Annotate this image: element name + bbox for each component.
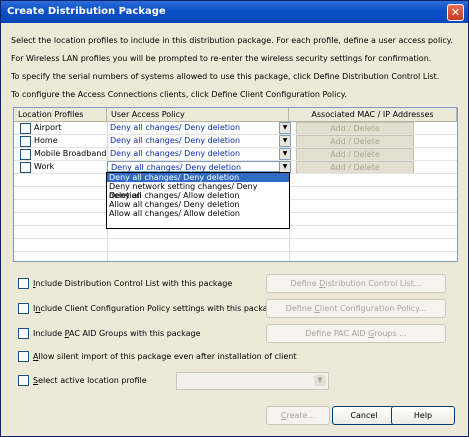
policy-select[interactable]: Deny all changes/ Deny deletion [107, 135, 287, 146]
help-button[interactable]: Help [391, 406, 455, 425]
chevron-down-icon[interactable]: ▼ [279, 148, 291, 160]
table-row: Airport Deny all changes/ Deny deletion … [14, 122, 457, 135]
profile-checkbox[interactable] [20, 162, 31, 173]
include-dcl-option[interactable]: Include Distribution Control List with t… [18, 278, 232, 289]
row-divider [14, 251, 457, 252]
dropdown-option[interactable]: Deny all changes/ Deny deletion [107, 173, 289, 182]
active-profile-combo[interactable]: ▼ [176, 372, 329, 390]
allow-silent-option[interactable]: Allow silent import of this package even… [18, 351, 296, 362]
include-ccp-option[interactable]: Include Client Configuration Policy sett… [18, 303, 278, 314]
include-ccp-label: Include Client Configuration Policy sett… [33, 304, 278, 313]
policy-select[interactable]: Deny all changes/ Deny deletion [107, 161, 287, 172]
define-ccp-button[interactable]: Define Client Configuration Policy... [266, 299, 446, 318]
intro-text: Select the location profiles to include … [11, 35, 461, 107]
chevron-down-icon[interactable]: ▼ [314, 375, 326, 386]
define-dcl-button[interactable]: Define Distribution Control List... [266, 274, 446, 293]
header-location-profiles[interactable]: Location Profiles [14, 108, 107, 122]
intro-line: Select the location profiles to include … [11, 36, 453, 45]
chevron-down-icon[interactable]: ▼ [279, 122, 291, 134]
close-icon: ✕ [450, 6, 461, 19]
table-row: Mobile Broadband Deny all changes/ Deny … [14, 148, 457, 161]
allow-silent-label: Allow silent import of this package even… [33, 352, 297, 361]
window-title: Create Distribution Package [7, 6, 166, 17]
include-dcl-label: Include Distribution Control List with t… [33, 279, 233, 288]
cancel-button[interactable]: Cancel [332, 406, 396, 425]
define-pac-button[interactable]: Define PAC AID Groups ... [266, 324, 446, 343]
profile-name: Airport [34, 123, 62, 132]
chevron-down-icon[interactable]: ▼ [279, 135, 291, 147]
header-mac-ip[interactable]: Associated MAC / IP Addresses [289, 108, 457, 122]
profile-checkbox[interactable] [20, 123, 31, 134]
select-active-profile-option[interactable]: Select active location profile [18, 375, 147, 386]
dropdown-option[interactable]: Deny all changes/ Allow deletion [107, 191, 289, 200]
row-divider [14, 238, 457, 239]
include-pac-label: Include PAC AID Groups with this package [33, 329, 201, 338]
close-button[interactable]: ✕ [447, 4, 464, 21]
dropdown-option[interactable]: Allow all changes/ Allow deletion [107, 209, 289, 218]
policy-dropdown-list: Deny all changes/ Deny deletion Deny net… [106, 172, 290, 229]
intro-line: To specify the serial numbers of systems… [11, 72, 440, 81]
select-active-label: Select active location profile [33, 376, 147, 385]
profile-name: Home [34, 136, 58, 145]
include-pac-checkbox[interactable] [18, 328, 29, 339]
include-pac-option[interactable]: Include PAC AID Groups with this package [18, 328, 200, 339]
title-bar[interactable]: Create Distribution Package ✕ [1, 1, 468, 23]
allow-silent-checkbox[interactable] [18, 351, 29, 362]
profile-checkbox[interactable] [20, 149, 31, 160]
dropdown-option[interactable]: Deny network setting changes/ Deny delet… [107, 182, 289, 200]
intro-line: For Wireless LAN profiles you will be pr… [11, 54, 432, 63]
create-button[interactable]: Create... [266, 406, 330, 425]
dropdown-option[interactable]: Allow all changes/ Deny deletion [107, 200, 289, 209]
policy-select[interactable]: Deny all changes/ Deny deletion [107, 122, 287, 133]
include-dcl-checkbox[interactable] [18, 278, 29, 289]
profile-name: Mobile Broadband [34, 149, 107, 158]
profile-name: Work [34, 162, 55, 171]
header-user-access-policy[interactable]: User Access Policy [107, 108, 289, 122]
policy-select[interactable]: Deny all changes/ Deny deletion [107, 148, 287, 159]
include-ccp-checkbox[interactable] [18, 303, 29, 314]
intro-line: To configure the Access Connections clie… [11, 90, 347, 99]
select-active-checkbox[interactable] [18, 375, 29, 386]
profile-checkbox[interactable] [20, 136, 31, 147]
dialog-window: Create Distribution Package ✕ Select the… [0, 0, 469, 437]
table-row: Home Deny all changes/ Deny deletion ▼ A… [14, 135, 457, 148]
